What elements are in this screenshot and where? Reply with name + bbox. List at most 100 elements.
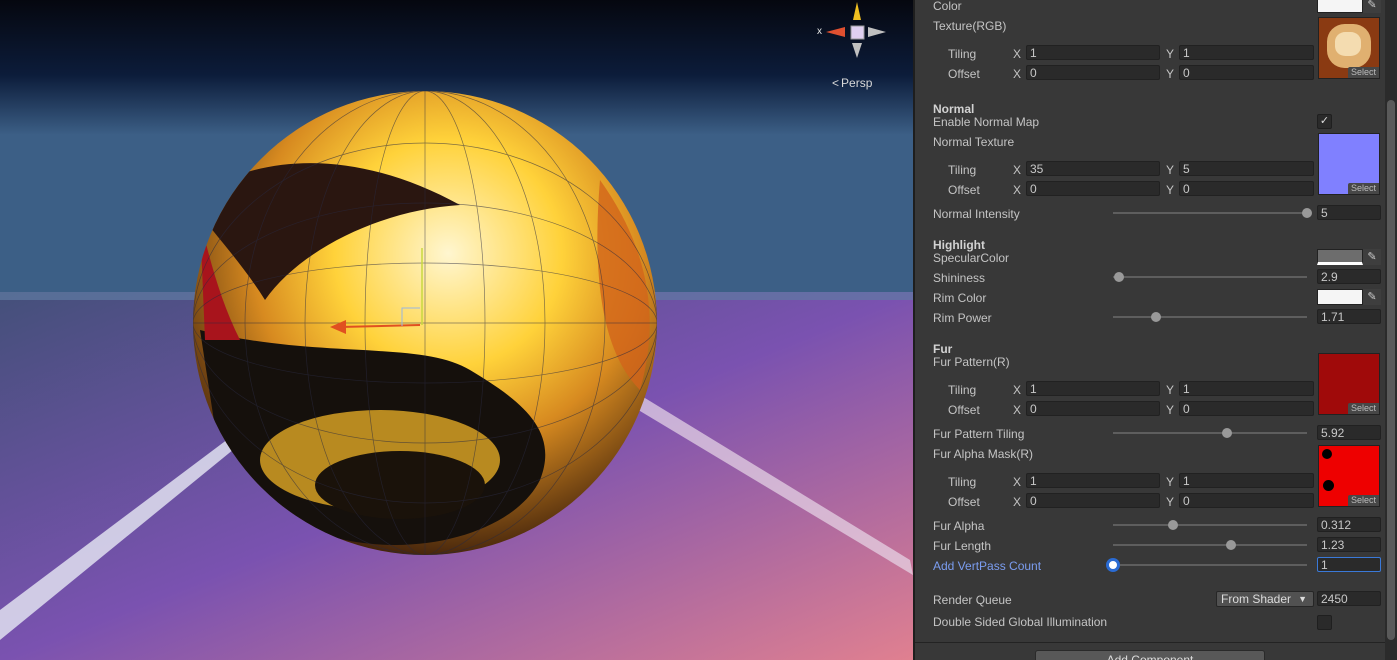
- fur-pattern-tiling-y-input[interactable]: 1: [1179, 381, 1314, 396]
- texture-tiling-x-input[interactable]: 1: [1026, 45, 1160, 60]
- y-label: Y: [1166, 67, 1175, 81]
- fur-pattern-thumbnail[interactable]: Select: [1318, 353, 1380, 415]
- rim-power-input[interactable]: 1.71: [1317, 309, 1381, 324]
- persp-label: Persp: [841, 76, 873, 90]
- fur-header: Fur: [933, 342, 953, 356]
- specular-color-swatch[interactable]: [1317, 249, 1363, 265]
- normal-offset-label: Offset: [948, 183, 980, 197]
- fur-pattern-tiling-slider[interactable]: [1222, 428, 1233, 438]
- normal-offset-y-input[interactable]: 0: [1179, 181, 1314, 196]
- enable-normal-map-label: Enable Normal Map: [933, 115, 1040, 129]
- normal-tiling-x-input[interactable]: 35: [1026, 161, 1160, 176]
- fur-alpha-mask-label: Fur Alpha Mask(R): [933, 447, 1034, 461]
- x-label: X: [1013, 383, 1022, 397]
- normal-select-button[interactable]: Select: [1347, 183, 1379, 194]
- persp-icon: <: [832, 76, 840, 90]
- x-label: X: [1013, 67, 1022, 81]
- fur-alpha-track[interactable]: [1113, 524, 1307, 526]
- scene-render: [0, 0, 913, 660]
- inspector-panel: Color ✎ Texture(RGB) Select Tiling X 1 Y…: [915, 0, 1397, 660]
- texture-label: Texture(RGB): [933, 19, 1007, 33]
- fur-pattern-tiling-label: Tiling: [948, 383, 977, 397]
- specular-color-label: SpecularColor: [933, 251, 1010, 265]
- y-label: Y: [1166, 47, 1175, 61]
- x-label: X: [1013, 163, 1022, 177]
- x-label: X: [1013, 495, 1022, 509]
- scene-view[interactable]: x < Persp: [0, 0, 913, 660]
- fur-alpha-slider[interactable]: [1168, 520, 1179, 530]
- normal-intensity-input[interactable]: 5: [1317, 205, 1381, 220]
- fur-mask-tiling-y-input[interactable]: 1: [1179, 473, 1314, 488]
- texture-offset-y-input[interactable]: 0: [1179, 65, 1314, 80]
- y-label: Y: [1166, 495, 1175, 509]
- fur-mask-tiling-label: Tiling: [948, 475, 977, 489]
- eyedropper-icon[interactable]: ✎: [1363, 249, 1381, 265]
- eyedropper-icon[interactable]: ✎: [1363, 0, 1381, 13]
- fur-pattern-offset-x-input[interactable]: 0: [1026, 401, 1160, 416]
- shininess-input[interactable]: 2.9: [1317, 269, 1381, 284]
- vertpass-count-slider[interactable]: [1106, 558, 1120, 572]
- render-queue-dropdown[interactable]: From Shader ▼: [1216, 591, 1314, 607]
- vertpass-count-track[interactable]: [1113, 564, 1307, 566]
- fur-pattern-tiling-slider-label: Fur Pattern Tiling: [933, 427, 1025, 441]
- texture-select-button[interactable]: Select: [1347, 67, 1379, 78]
- x-label: X: [1013, 403, 1022, 417]
- fur-length-slider[interactable]: [1226, 540, 1237, 550]
- fur-length-input[interactable]: 1.23: [1317, 537, 1381, 552]
- rim-power-track[interactable]: [1113, 316, 1307, 318]
- color-label: Color: [933, 0, 962, 13]
- normal-tiling-label: Tiling: [948, 163, 977, 177]
- fur-mask-offset-y-input[interactable]: 0: [1179, 493, 1314, 508]
- x-label: X: [1013, 47, 1022, 61]
- highlight-header: Highlight: [933, 238, 985, 252]
- texture-offset-x-input[interactable]: 0: [1026, 65, 1160, 80]
- scrollbar-thumb[interactable]: [1387, 100, 1395, 640]
- vertpass-count-label: Add VertPass Count: [933, 559, 1042, 573]
- shininess-label: Shininess: [933, 271, 986, 285]
- dsgi-checkbox[interactable]: [1317, 615, 1332, 630]
- eyedropper-icon[interactable]: ✎: [1363, 289, 1381, 305]
- normal-tiling-y-input[interactable]: 5: [1179, 161, 1314, 176]
- rim-color-label: Rim Color: [933, 291, 987, 305]
- fur-alpha-label: Fur Alpha: [933, 519, 985, 533]
- rim-power-slider[interactable]: [1150, 312, 1161, 322]
- inspector-scrollbar[interactable]: [1385, 0, 1397, 660]
- dropdown-caret-icon: ▼: [1298, 594, 1307, 604]
- fur-mask-offset-x-input[interactable]: 0: [1026, 493, 1160, 508]
- y-label: Y: [1166, 163, 1175, 177]
- fur-pattern-offset-y-input[interactable]: 0: [1179, 401, 1314, 416]
- x-label: X: [1013, 183, 1022, 197]
- normal-offset-x-input[interactable]: 0: [1026, 181, 1160, 196]
- rim-power-label: Rim Power: [933, 311, 992, 325]
- normal-intensity-track[interactable]: [1113, 212, 1307, 214]
- fur-pattern-offset-label: Offset: [948, 403, 980, 417]
- shininess-slider[interactable]: [1113, 272, 1124, 282]
- fur-pattern-tiling-input[interactable]: 5.92: [1317, 425, 1381, 440]
- color-swatch[interactable]: [1317, 0, 1363, 13]
- normal-texture-label: Normal Texture: [933, 135, 1015, 149]
- fur-mask-tiling-x-input[interactable]: 1: [1026, 473, 1160, 488]
- fur-alpha-mask-select-button[interactable]: Select: [1347, 495, 1379, 506]
- fur-alpha-input[interactable]: 0.312: [1317, 517, 1381, 532]
- perspective-toggle[interactable]: < Persp: [832, 76, 872, 90]
- normal-intensity-label: Normal Intensity: [933, 207, 1020, 221]
- render-queue-input[interactable]: 2450: [1317, 591, 1381, 606]
- texture-tiling-y-input[interactable]: 1: [1179, 45, 1314, 60]
- render-queue-label: Render Queue: [933, 593, 1012, 607]
- rim-color-swatch[interactable]: [1317, 289, 1363, 305]
- fur-pattern-select-button[interactable]: Select: [1347, 403, 1379, 414]
- normal-texture-thumbnail[interactable]: Select: [1318, 133, 1380, 195]
- shininess-track[interactable]: [1113, 276, 1307, 278]
- fur-pattern-label: Fur Pattern(R): [933, 355, 1010, 369]
- dsgi-label: Double Sided Global Illumination: [933, 615, 1108, 629]
- normal-intensity-slider[interactable]: [1302, 208, 1312, 218]
- texture-thumbnail[interactable]: Select: [1318, 17, 1380, 79]
- vertpass-count-input[interactable]: 1: [1317, 557, 1381, 572]
- fur-pattern-tiling-x-input[interactable]: 1: [1026, 381, 1160, 396]
- enable-normal-map-checkbox[interactable]: ✓: [1317, 114, 1332, 129]
- fur-length-track[interactable]: [1113, 544, 1307, 546]
- render-queue-mode: From Shader: [1221, 592, 1292, 606]
- add-component-button[interactable]: Add Component: [1035, 650, 1265, 660]
- fur-pattern-tiling-track[interactable]: [1113, 432, 1307, 434]
- fur-alpha-mask-thumbnail[interactable]: Select: [1318, 445, 1380, 507]
